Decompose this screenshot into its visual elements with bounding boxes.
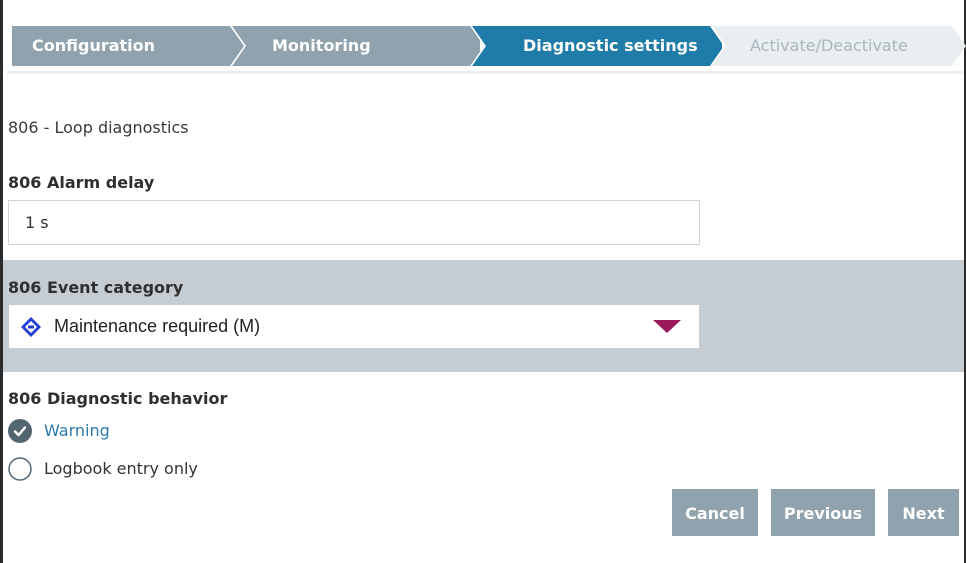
cancel-button[interactable]: Cancel xyxy=(672,489,758,536)
wizard-step-label: Activate/Deactivate xyxy=(750,36,908,55)
diagnostic-behavior-label: 806 Diagnostic behavior xyxy=(8,389,228,408)
event-category-value: Maintenance required (M) xyxy=(54,316,261,336)
wizard-step-label: Diagnostic settings xyxy=(523,36,698,55)
radio-unchecked-icon xyxy=(8,457,32,481)
radio-label-logbook: Logbook entry only xyxy=(44,459,198,478)
maintenance-diamond-icon xyxy=(21,317,41,337)
alarm-delay-input[interactable]: 1 s xyxy=(8,200,700,245)
radio-label-warning: Warning xyxy=(44,421,110,440)
chevron-down-icon[interactable] xyxy=(653,320,681,334)
alarm-delay-value: 1 s xyxy=(25,213,49,232)
event-category-select[interactable]: Maintenance required (M) xyxy=(9,305,699,348)
next-button[interactable]: Next xyxy=(888,489,959,536)
wizard-step-label: Monitoring xyxy=(272,36,371,55)
radio-checked-icon xyxy=(8,419,32,443)
previous-button[interactable]: Previous xyxy=(771,489,875,536)
event-category-label: 806 Event category xyxy=(8,278,184,297)
wizard-steps: Configuration Monitoring Diagnostic sett… xyxy=(12,26,966,66)
wizard-step-label: Configuration xyxy=(32,36,156,55)
alarm-delay-label: 806 Alarm delay xyxy=(8,173,155,192)
wizard-divider xyxy=(7,71,963,74)
page-title: 806 - Loop diagnostics xyxy=(8,118,189,137)
